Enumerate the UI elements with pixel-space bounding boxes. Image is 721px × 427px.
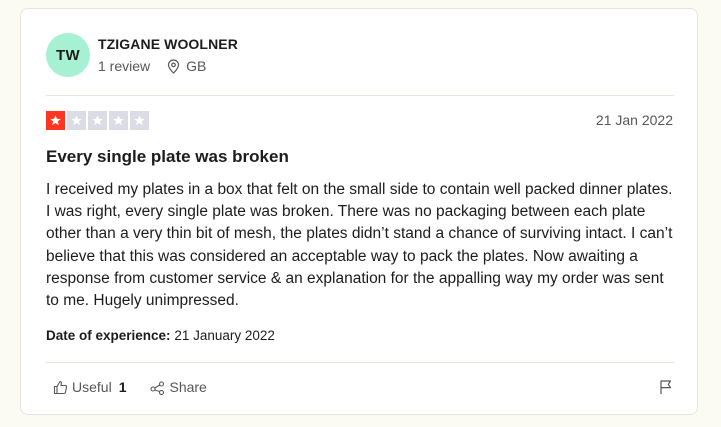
thumbs-up-icon (53, 380, 68, 395)
review-card: TW TZIGANE WOOLNER 1 review GB 21 Jan 20… (20, 8, 698, 415)
reviewer-name[interactable]: TZIGANE WOOLNER (98, 36, 238, 52)
share-label: Share (169, 379, 207, 395)
flag-icon[interactable] (659, 379, 673, 395)
review-actions: Useful 1 Share (53, 379, 207, 395)
star-icon (88, 111, 107, 130)
star-icon (130, 111, 149, 130)
reviewer-meta: 1 review GB (98, 58, 206, 74)
divider (46, 95, 674, 96)
useful-count: 1 (118, 379, 127, 395)
date-of-experience: Date of experience: 21 January 2022 (46, 328, 275, 343)
location-pin-icon (167, 58, 180, 74)
share-button[interactable]: Share (150, 379, 207, 395)
divider (46, 362, 674, 363)
experience-label: Date of experience: (46, 328, 171, 343)
useful-label: Useful (72, 379, 112, 395)
useful-button[interactable]: Useful 1 (53, 379, 126, 395)
star-icon (46, 111, 65, 130)
star-icon (109, 111, 128, 130)
reviewer-country: GB (186, 58, 207, 74)
review-date: 21 Jan 2022 (595, 112, 673, 128)
experience-date: 21 January 2022 (174, 328, 275, 343)
share-icon (150, 380, 165, 395)
avatar[interactable]: TW (46, 33, 90, 77)
review-body: I received my plates in a box that felt … (46, 181, 673, 310)
star-rating (46, 111, 149, 130)
review-title[interactable]: Every single plate was broken (46, 147, 289, 167)
star-icon (67, 111, 86, 130)
review-count: 1 review (98, 58, 151, 74)
